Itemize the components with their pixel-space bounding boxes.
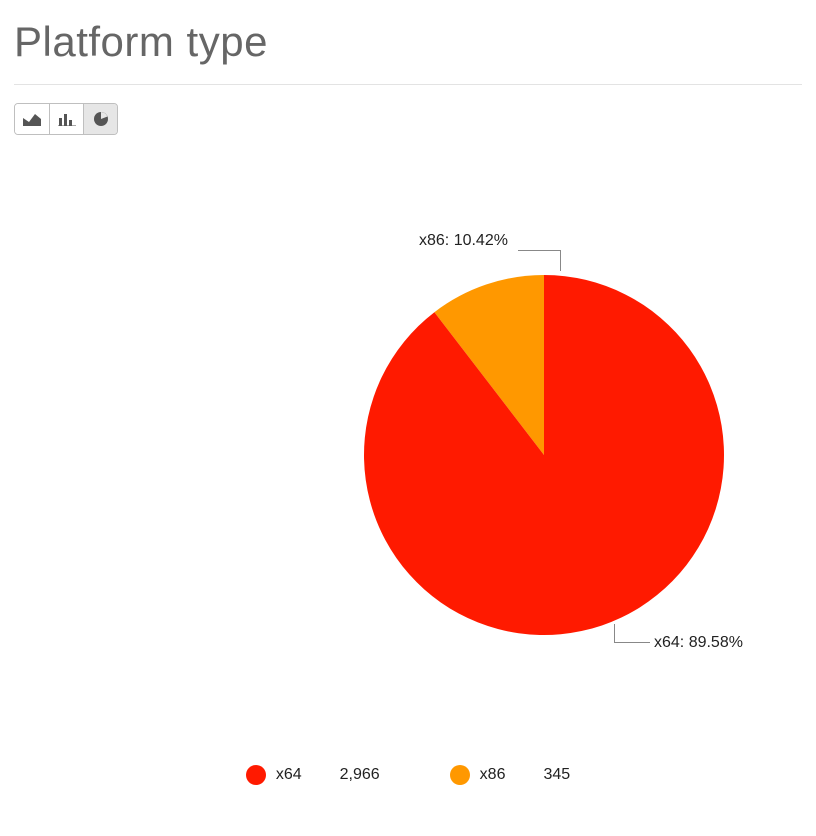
legend-value-x64: 2,966 <box>340 766 380 784</box>
pie-chart <box>14 145 802 765</box>
chart-legend: x64 2,966 x86 345 <box>14 765 802 785</box>
legend-swatch-x64 <box>246 765 266 785</box>
chart-area: x86: 10.42% x64: 89.58% <box>14 145 802 765</box>
leader-x86-v <box>560 250 561 271</box>
callout-x86: x86: 10.42% <box>419 232 508 250</box>
pie-slice-x64[interactable] <box>364 275 724 635</box>
legend-item-x86[interactable]: x86 345 <box>450 765 571 785</box>
bar-chart-icon <box>58 112 76 126</box>
area-chart-icon <box>23 112 41 126</box>
leader-x64-v <box>614 624 615 642</box>
chart-type-toolbar <box>14 103 118 135</box>
leader-x64-h <box>614 642 650 643</box>
legend-label-x86: x86 <box>480 766 506 784</box>
bar-chart-button[interactable] <box>49 104 83 134</box>
pie-chart-button[interactable] <box>83 104 117 134</box>
area-chart-button[interactable] <box>15 104 49 134</box>
page-title: Platform type <box>14 18 802 66</box>
legend-swatch-x86 <box>450 765 470 785</box>
pie-chart-icon <box>93 111 109 127</box>
leader-x86-h <box>518 250 560 251</box>
legend-value-x86: 345 <box>543 766 570 784</box>
divider <box>14 84 802 85</box>
legend-label-x64: x64 <box>276 766 302 784</box>
legend-item-x64[interactable]: x64 2,966 <box>246 765 380 785</box>
callout-x64: x64: 89.58% <box>654 634 743 652</box>
